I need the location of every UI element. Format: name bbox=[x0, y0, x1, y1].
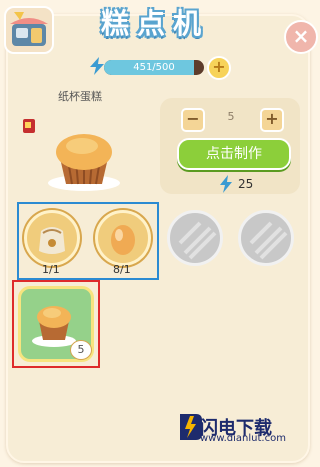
page-title: 糕点机 bbox=[100, 7, 209, 40]
energy-value: 451/500 bbox=[133, 62, 175, 73]
increase-quantity-button[interactable]: + bbox=[260, 108, 284, 132]
ingredient-count-flour: 1/1 bbox=[42, 263, 60, 276]
empty-ingredient-slot[interactable] bbox=[238, 210, 294, 266]
recipe-name: 纸杯蛋糕 bbox=[58, 90, 102, 103]
flour-sack-icon bbox=[39, 227, 65, 254]
watermark-url: www.dianlut.com bbox=[200, 433, 286, 444]
output-count-badge: 5 bbox=[70, 340, 92, 360]
empty-slot-icon bbox=[249, 221, 288, 260]
shop-icon bbox=[10, 12, 48, 46]
egg-icon bbox=[111, 225, 135, 255]
empty-slot-icon bbox=[178, 221, 217, 260]
empty-ingredient-slot[interactable] bbox=[167, 210, 223, 266]
energy-cost-icon bbox=[220, 175, 232, 193]
energy-cost: 25 bbox=[238, 177, 254, 191]
decrease-quantity-button[interactable]: − bbox=[181, 108, 205, 132]
recipe-book-icon[interactable] bbox=[22, 118, 36, 134]
title-banner: 糕点机 bbox=[50, 0, 260, 46]
close-button[interactable]: × bbox=[284, 20, 318, 54]
energy-bar: 451/500 bbox=[104, 60, 204, 75]
back-button[interactable] bbox=[4, 6, 54, 54]
ingredient-count-egg: 8/1 bbox=[113, 263, 131, 276]
make-button[interactable]: 点击制作 bbox=[177, 138, 291, 170]
add-energy-button[interactable]: + bbox=[207, 56, 231, 80]
muffin-icon bbox=[48, 134, 120, 191]
ingredient-slot-flour[interactable] bbox=[24, 210, 80, 266]
quantity-value: 5 bbox=[227, 110, 235, 123]
ingredient-slot-egg[interactable] bbox=[95, 210, 151, 266]
